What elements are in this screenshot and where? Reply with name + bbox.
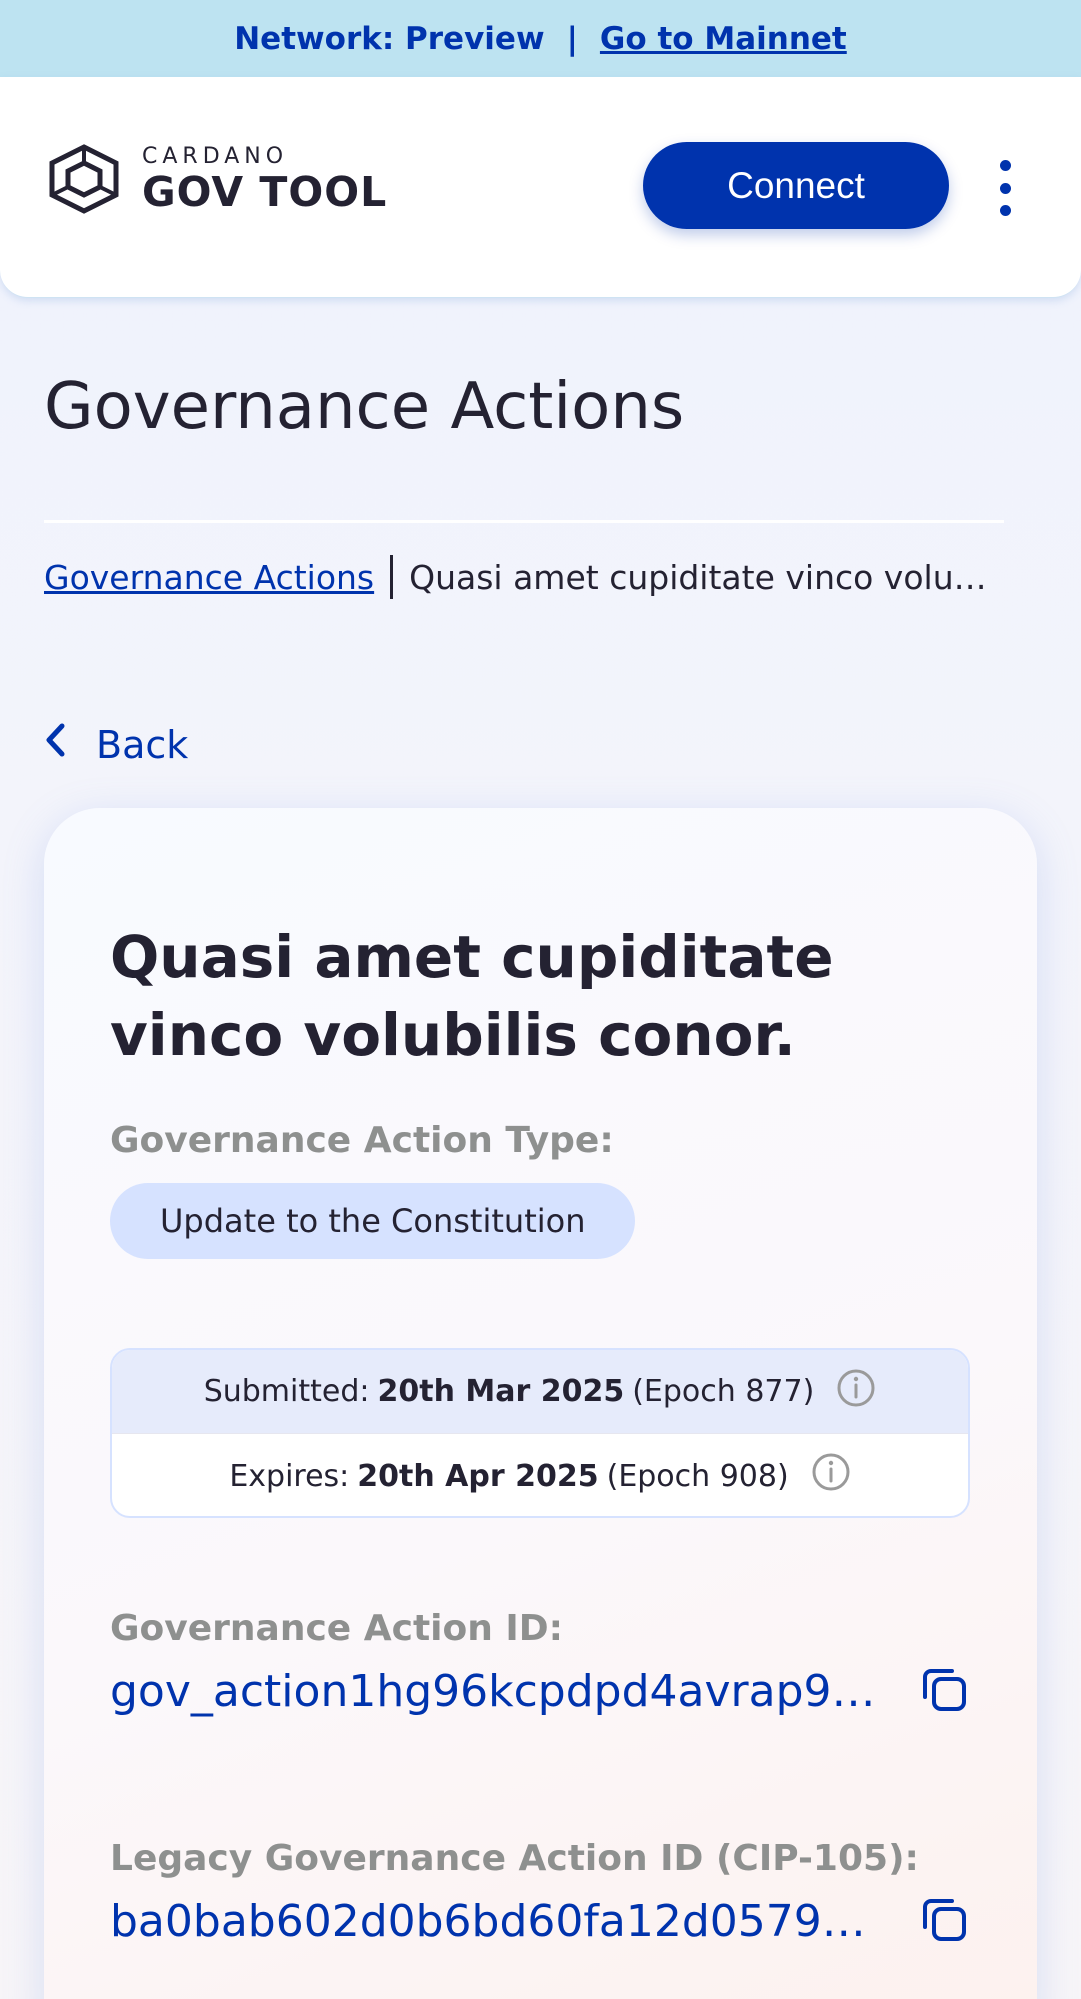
governance-action-type-value: Update to the Constitution [160,1202,586,1240]
governance-action-id-value: gov_action1hg96kcpdpd4avrap95… [110,1665,890,1717]
expires-epoch: (Epoch 908) [606,1458,789,1494]
logo-big-text: GOV TOOL [142,168,388,216]
info-icon[interactable] [836,1368,876,1416]
back-button[interactable]: Back [44,722,188,767]
governance-action-title: Quasi amet cupiditate vinco volubilis co… [110,923,834,1069]
breadcrumb-current: Quasi amet cupiditate vinco volu… [409,557,987,597]
legacy-governance-action-id-value: ba0bab602d0b6bd60fa12d0579d2… [110,1895,890,1947]
chevron-left-icon [44,722,66,767]
expires-label: Expires: [229,1458,350,1494]
breadcrumb: Governance Actions Quasi amet cupiditate… [44,555,987,599]
governance-action-type-pill: Update to the Constitution [110,1183,636,1259]
info-icon[interactable] [811,1452,851,1500]
submitted-date: 20th Mar 2025 [377,1374,625,1409]
governance-action-id-row: gov_action1hg96kcpdpd4avrap95… [110,1663,970,1719]
title-divider [44,520,1004,523]
governance-action-type-label: Governance Action Type: [110,1120,614,1161]
governance-action-id-label: Governance Action ID: [110,1608,564,1649]
copy-icon[interactable] [918,1663,970,1719]
legacy-governance-action-id-row: ba0bab602d0b6bd60fa12d0579d2… [110,1893,970,1949]
connect-button[interactable]: Connect [643,142,949,229]
breadcrumb-separator [390,555,394,599]
back-label: Back [96,722,189,767]
network-separator: | [566,20,578,57]
page-title: Governance Actions [44,370,685,444]
copy-icon[interactable] [918,1893,970,1949]
network-bar: Network: Preview | Go to Mainnet [0,0,1081,77]
submitted-epoch: (Epoch 877) [632,1374,815,1409]
expires-date: 20th Apr 2025 [357,1458,599,1494]
submitted-label: Submitted: [203,1374,370,1409]
cardano-hexagon-logo-icon [44,143,124,215]
network-label: Network: Preview [234,20,545,57]
submitted-row: Submitted: 20th Mar 2025 (Epoch 877) [112,1350,968,1434]
expires-row: Expires: 20th Apr 2025 (Epoch 908) [112,1434,968,1516]
dates-box: Submitted: 20th Mar 2025 (Epoch 877) Exp… [110,1348,970,1518]
top-header: CARDANO GOV TOOL Connect [0,77,1081,298]
kebab-menu-icon[interactable] [990,160,1020,216]
logo[interactable]: CARDANO GOV TOOL [44,143,387,215]
go-to-mainnet-link[interactable]: Go to Mainnet [600,21,847,57]
legacy-governance-action-id-label: Legacy Governance Action ID (CIP-105): [110,1838,919,1879]
logo-small-text: CARDANO [142,144,289,169]
breadcrumb-link-governance-actions[interactable]: Governance Actions [44,558,374,597]
governance-action-card: Quasi amet cupiditate vinco volubilis co… [44,808,1037,1999]
